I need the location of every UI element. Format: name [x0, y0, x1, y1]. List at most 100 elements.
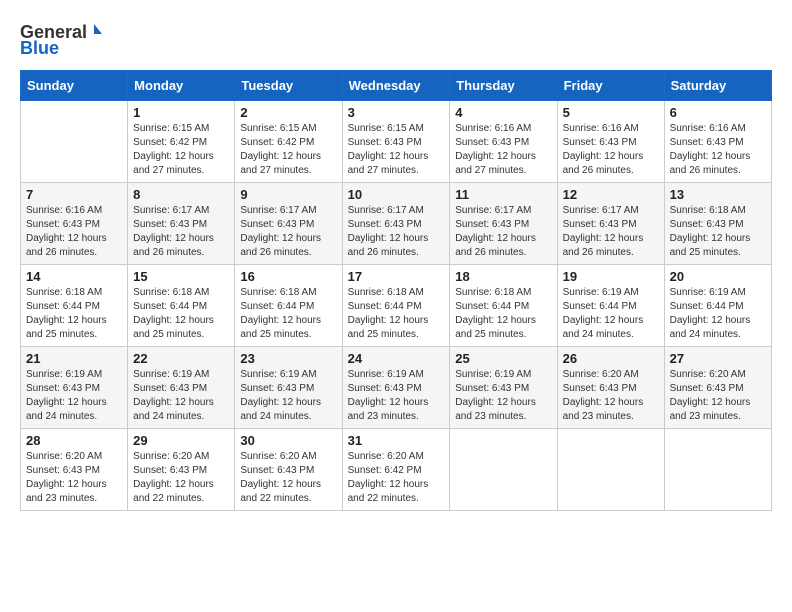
day-number: 24	[348, 351, 445, 366]
day-number: 17	[348, 269, 445, 284]
day-number: 10	[348, 187, 445, 202]
day-number: 1	[133, 105, 229, 120]
day-number: 6	[670, 105, 766, 120]
weekday-header-thursday: Thursday	[450, 71, 557, 101]
weekday-header-friday: Friday	[557, 71, 664, 101]
calendar-cell: 6Sunrise: 6:16 AMSunset: 6:43 PMDaylight…	[664, 101, 771, 183]
page-header: GeneralBlue	[20, 20, 772, 60]
calendar-cell: 30 Sunrise: 6:20 AMSunset: 6:43 PMDayligh…	[235, 429, 342, 511]
day-info: Sunrise: 6:16 AMSunset: 6:43 PMDaylight:…	[563, 122, 659, 178]
calendar-week-row: 28 Sunrise: 6:20 AMSunset: 6:43 PMDayligh…	[21, 429, 772, 511]
day-number: 3	[348, 105, 445, 120]
day-info: Sunrise: 6:20 AMSunset: 6:43 PMDaylight:…	[26, 450, 122, 506]
day-number: 2	[240, 105, 336, 120]
weekday-header-row: SundayMondayTuesdayWednesdayThursdayFrid…	[21, 71, 772, 101]
day-info: Sunrise: 6:15 AMSunset: 6:42 PMDaylight:…	[240, 122, 336, 178]
day-info: Sunrise: 6:15 AMSunset: 6:42 PMDaylight:…	[133, 122, 229, 178]
day-number: 4	[455, 105, 551, 120]
day-info: Sunrise: 6:19 AMSunset: 6:43 PMDaylight:…	[240, 368, 336, 424]
calendar-cell: 9 Sunrise: 6:17 AMSunset: 6:43 PMDaylight…	[235, 183, 342, 265]
day-number: 14	[26, 269, 122, 284]
svg-text:Blue: Blue	[20, 38, 59, 58]
day-number: 21	[26, 351, 122, 366]
calendar-cell: 31 Sunrise: 6:20 AMSunset: 6:42 PMDayligh…	[342, 429, 450, 511]
calendar-cell	[557, 429, 664, 511]
calendar-cell: 10Sunrise: 6:17 AMSunset: 6:43 PMDayligh…	[342, 183, 450, 265]
day-info: Sunrise: 6:18 AMSunset: 6:44 PMDaylight:…	[455, 286, 551, 342]
logo-icon: GeneralBlue	[20, 20, 110, 60]
calendar-cell: 2 Sunrise: 6:15 AMSunset: 6:42 PMDaylight…	[235, 101, 342, 183]
day-number: 18	[455, 269, 551, 284]
calendar-cell: 13 Sunrise: 6:18 AMSunset: 6:43 PMDayligh…	[664, 183, 771, 265]
day-info: Sunrise: 6:20 AMSunset: 6:43 PMDaylight:…	[670, 368, 766, 424]
calendar-cell: 17 Sunrise: 6:18 AMSunset: 6:44 PMDayligh…	[342, 265, 450, 347]
day-number: 28	[26, 433, 122, 448]
calendar-cell: 8 Sunrise: 6:17 AMSunset: 6:43 PMDaylight…	[128, 183, 235, 265]
day-number: 22	[133, 351, 229, 366]
day-info: Sunrise: 6:19 AMSunset: 6:44 PMDaylight:…	[670, 286, 766, 342]
calendar-cell: 24 Sunrise: 6:19 AMSunset: 6:43 PMDayligh…	[342, 347, 450, 429]
day-number: 25	[455, 351, 551, 366]
day-info: Sunrise: 6:19 AMSunset: 6:43 PMDaylight:…	[133, 368, 229, 424]
day-info: Sunrise: 6:17 AMSunset: 6:43 PMDaylight:…	[240, 204, 336, 260]
day-number: 15	[133, 269, 229, 284]
day-info: Sunrise: 6:16 AMSunset: 6:43 PMDaylight:…	[455, 122, 551, 178]
calendar-cell: 23 Sunrise: 6:19 AMSunset: 6:43 PMDayligh…	[235, 347, 342, 429]
day-number: 20	[670, 269, 766, 284]
calendar-cell: 7 Sunrise: 6:16 AMSunset: 6:43 PMDaylight…	[21, 183, 128, 265]
weekday-header-tuesday: Tuesday	[235, 71, 342, 101]
weekday-header-monday: Monday	[128, 71, 235, 101]
calendar-week-row: 7 Sunrise: 6:16 AMSunset: 6:43 PMDaylight…	[21, 183, 772, 265]
calendar-cell: 28 Sunrise: 6:20 AMSunset: 6:43 PMDayligh…	[21, 429, 128, 511]
calendar-cell	[450, 429, 557, 511]
day-info: Sunrise: 6:18 AMSunset: 6:44 PMDaylight:…	[348, 286, 445, 342]
day-info: Sunrise: 6:17 AMSunset: 6:43 PMDaylight:…	[133, 204, 229, 260]
day-number: 9	[240, 187, 336, 202]
day-number: 11	[455, 187, 551, 202]
day-info: Sunrise: 6:20 AMSunset: 6:43 PMDaylight:…	[240, 450, 336, 506]
logo: GeneralBlue	[20, 20, 110, 60]
calendar-cell: 1 Sunrise: 6:15 AMSunset: 6:42 PMDaylight…	[128, 101, 235, 183]
calendar-cell: 12Sunrise: 6:17 AMSunset: 6:43 PMDayligh…	[557, 183, 664, 265]
calendar-week-row: 14 Sunrise: 6:18 AMSunset: 6:44 PMDayligh…	[21, 265, 772, 347]
day-info: Sunrise: 6:20 AMSunset: 6:42 PMDaylight:…	[348, 450, 445, 506]
calendar-cell: 4 Sunrise: 6:16 AMSunset: 6:43 PMDaylight…	[450, 101, 557, 183]
day-number: 31	[348, 433, 445, 448]
calendar-cell: 27Sunrise: 6:20 AMSunset: 6:43 PMDayligh…	[664, 347, 771, 429]
day-info: Sunrise: 6:19 AMSunset: 6:43 PMDaylight:…	[26, 368, 122, 424]
day-info: Sunrise: 6:17 AMSunset: 6:43 PMDaylight:…	[455, 204, 551, 260]
calendar-cell	[664, 429, 771, 511]
calendar-cell: 19Sunrise: 6:19 AMSunset: 6:44 PMDayligh…	[557, 265, 664, 347]
day-info: Sunrise: 6:19 AMSunset: 6:43 PMDaylight:…	[348, 368, 445, 424]
day-number: 23	[240, 351, 336, 366]
calendar-cell: 29Sunrise: 6:20 AMSunset: 6:43 PMDayligh…	[128, 429, 235, 511]
day-number: 30	[240, 433, 336, 448]
weekday-header-saturday: Saturday	[664, 71, 771, 101]
day-info: Sunrise: 6:18 AMSunset: 6:44 PMDaylight:…	[26, 286, 122, 342]
calendar-cell: 11 Sunrise: 6:17 AMSunset: 6:43 PMDayligh…	[450, 183, 557, 265]
day-info: Sunrise: 6:18 AMSunset: 6:43 PMDaylight:…	[670, 204, 766, 260]
day-number: 13	[670, 187, 766, 202]
day-number: 7	[26, 187, 122, 202]
day-info: Sunrise: 6:16 AMSunset: 6:43 PMDaylight:…	[26, 204, 122, 260]
day-number: 16	[240, 269, 336, 284]
calendar-cell: 15 Sunrise: 6:18 AMSunset: 6:44 PMDayligh…	[128, 265, 235, 347]
calendar-cell	[21, 101, 128, 183]
day-number: 5	[563, 105, 659, 120]
calendar-week-row: 21 Sunrise: 6:19 AMSunset: 6:43 PMDayligh…	[21, 347, 772, 429]
day-info: Sunrise: 6:20 AMSunset: 6:43 PMDaylight:…	[133, 450, 229, 506]
calendar-cell: 5 Sunrise: 6:16 AMSunset: 6:43 PMDaylight…	[557, 101, 664, 183]
day-info: Sunrise: 6:18 AMSunset: 6:44 PMDaylight:…	[133, 286, 229, 342]
day-number: 26	[563, 351, 659, 366]
calendar-cell: 21 Sunrise: 6:19 AMSunset: 6:43 PMDayligh…	[21, 347, 128, 429]
calendar-cell: 18 Sunrise: 6:18 AMSunset: 6:44 PMDayligh…	[450, 265, 557, 347]
calendar-cell: 22 Sunrise: 6:19 AMSunset: 6:43 PMDayligh…	[128, 347, 235, 429]
weekday-header-wednesday: Wednesday	[342, 71, 450, 101]
day-info: Sunrise: 6:20 AMSunset: 6:43 PMDaylight:…	[563, 368, 659, 424]
day-number: 12	[563, 187, 659, 202]
calendar-cell: 16Sunrise: 6:18 AMSunset: 6:44 PMDayligh…	[235, 265, 342, 347]
weekday-header-sunday: Sunday	[21, 71, 128, 101]
day-info: Sunrise: 6:19 AMSunset: 6:43 PMDaylight:…	[455, 368, 551, 424]
calendar-cell: 14 Sunrise: 6:18 AMSunset: 6:44 PMDayligh…	[21, 265, 128, 347]
day-number: 8	[133, 187, 229, 202]
